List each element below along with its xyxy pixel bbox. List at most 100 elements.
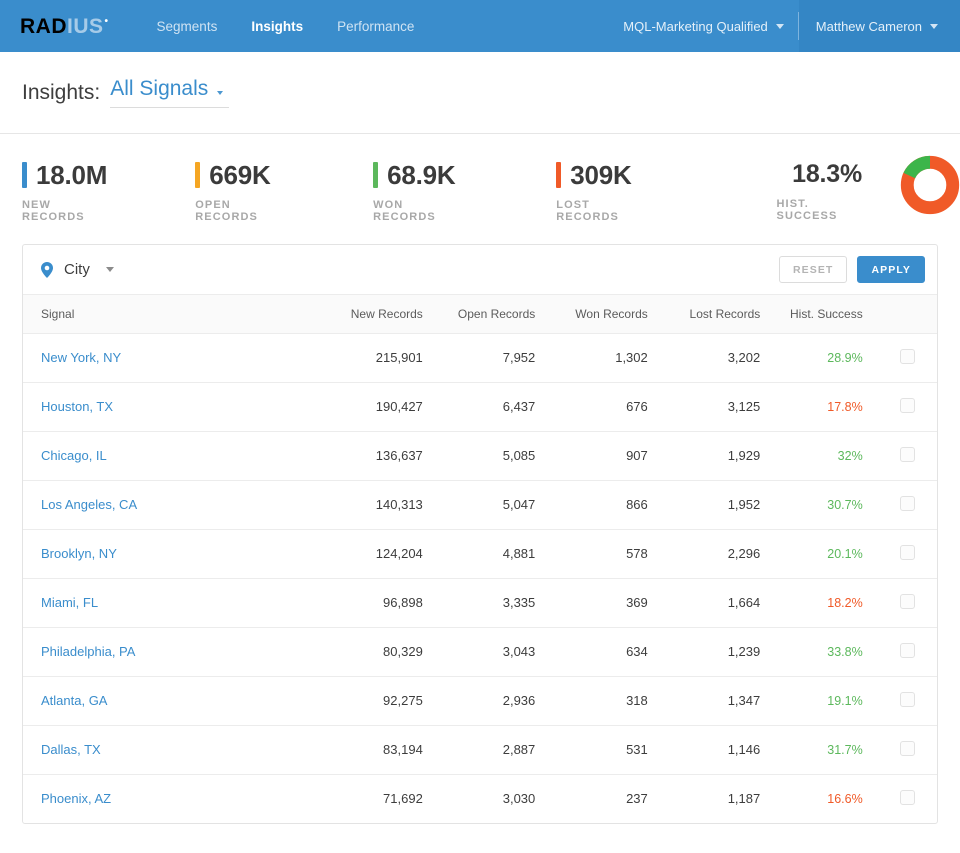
cell-open-records: 4,881 (437, 529, 549, 578)
cell-new-records: 92,275 (324, 676, 436, 725)
kpi-open-records: 669K OPEN RECORDS (195, 162, 285, 223)
cell-open-records: 7,952 (437, 333, 549, 382)
row-checkbox[interactable] (900, 447, 915, 462)
donut-svg (900, 155, 960, 215)
signals-table: Signal New Records Open Records Won Reco… (23, 295, 937, 823)
nav-item-insights[interactable]: Insights (251, 19, 303, 34)
reset-button[interactable]: RESET (779, 256, 848, 283)
cell-signal[interactable]: Los Angeles, CA (23, 480, 324, 529)
cell-new-records: 215,901 (324, 333, 436, 382)
cell-hist-success: 18.2% (774, 578, 878, 627)
kpi-label: OPEN RECORDS (195, 199, 285, 223)
table-row[interactable]: Los Angeles, CA140,3135,0478661,95230.7% (23, 480, 937, 529)
table-header-row: Signal New Records Open Records Won Reco… (23, 295, 937, 333)
column-header-lost-records[interactable]: Lost Records (662, 295, 774, 333)
row-checkbox[interactable] (900, 594, 915, 609)
segment-selector-dropdown[interactable]: MQL-Marketing Qualified (609, 0, 798, 52)
cell-select (879, 578, 937, 627)
chevron-down-icon (217, 91, 223, 95)
cell-hist-success: 16.6% (774, 774, 878, 823)
hist-success-donut-chart (900, 155, 960, 220)
cell-select (879, 431, 937, 480)
cell-open-records: 5,047 (437, 480, 549, 529)
cell-hist-success: 30.7% (774, 480, 878, 529)
table-row[interactable]: Atlanta, GA92,2752,9363181,34719.1% (23, 676, 937, 725)
apply-button[interactable]: APPLY (857, 256, 925, 283)
cell-signal[interactable]: Atlanta, GA (23, 676, 324, 725)
cell-signal[interactable]: New York, NY (23, 333, 324, 382)
column-header-new-records[interactable]: New Records (324, 295, 436, 333)
kpi-value: 669K (209, 162, 270, 188)
cell-hist-success: 20.1% (774, 529, 878, 578)
kpi-label: NEW RECORDS (22, 199, 107, 223)
cell-lost-records: 3,125 (662, 382, 774, 431)
table-row[interactable]: Houston, TX190,4276,4376763,12517.8% (23, 382, 937, 431)
kpi-value: 68.9K (387, 162, 455, 188)
page-title: Insights: (22, 81, 100, 105)
cell-signal[interactable]: Philadelphia, PA (23, 627, 324, 676)
cell-signal[interactable]: Dallas, TX (23, 725, 324, 774)
segment-selector-label: MQL-Marketing Qualified (623, 19, 768, 34)
table-row[interactable]: Miami, FL96,8983,3353691,66418.2% (23, 578, 937, 627)
cell-won-records: 578 (549, 529, 661, 578)
cell-lost-records: 1,347 (662, 676, 774, 725)
kpi-new-records: 18.0M NEW RECORDS (22, 162, 107, 223)
signal-scope-dropdown[interactable]: All Signals (110, 77, 229, 108)
row-checkbox[interactable] (900, 496, 915, 511)
row-checkbox[interactable] (900, 790, 915, 805)
row-checkbox[interactable] (900, 349, 915, 364)
table-row[interactable]: Dallas, TX83,1942,8875311,14631.7% (23, 725, 937, 774)
chevron-down-icon[interactable] (106, 267, 114, 272)
filter-bar: City RESET APPLY (23, 245, 937, 295)
kpi-value: 18.3% (792, 162, 862, 187)
row-checkbox[interactable] (900, 741, 915, 756)
cell-select (879, 774, 937, 823)
top-navigation-bar: RADIUS• Segments Insights Performance MQ… (0, 0, 960, 52)
cell-signal[interactable]: Phoenix, AZ (23, 774, 324, 823)
cell-signal[interactable]: Chicago, IL (23, 431, 324, 480)
row-checkbox[interactable] (900, 545, 915, 560)
cell-select (879, 725, 937, 774)
column-header-open-records[interactable]: Open Records (437, 295, 549, 333)
row-checkbox[interactable] (900, 643, 915, 658)
kpi-value: 18.0M (36, 162, 107, 188)
table-row[interactable]: New York, NY215,9017,9521,3023,20228.9% (23, 333, 937, 382)
cell-new-records: 96,898 (324, 578, 436, 627)
kpi-color-bar (556, 162, 561, 188)
cell-hist-success: 28.9% (774, 333, 878, 382)
cell-won-records: 676 (549, 382, 661, 431)
cell-open-records: 5,085 (437, 431, 549, 480)
user-menu-dropdown[interactable]: Matthew Cameron (799, 0, 960, 52)
cell-signal[interactable]: Houston, TX (23, 382, 324, 431)
cell-won-records: 237 (549, 774, 661, 823)
cell-lost-records: 1,146 (662, 725, 774, 774)
column-header-hist-success[interactable]: Hist. Success (774, 295, 878, 333)
cell-lost-records: 2,296 (662, 529, 774, 578)
cell-lost-records: 3,202 (662, 333, 774, 382)
cell-new-records: 83,194 (324, 725, 436, 774)
table-header: Signal New Records Open Records Won Reco… (23, 295, 937, 333)
radius-logo[interactable]: RADIUS• (20, 16, 109, 37)
kpi-label: HIST. SUCCESS (777, 198, 862, 222)
nav-item-segments[interactable]: Segments (157, 19, 218, 34)
table-row[interactable]: Philadelphia, PA80,3293,0436341,23933.8% (23, 627, 937, 676)
cell-open-records: 6,437 (437, 382, 549, 431)
table-row[interactable]: Chicago, IL136,6375,0859071,92932% (23, 431, 937, 480)
nav-item-performance[interactable]: Performance (337, 19, 414, 34)
cell-open-records: 3,335 (437, 578, 549, 627)
user-menu-label: Matthew Cameron (816, 19, 922, 34)
table-row[interactable]: Phoenix, AZ71,6923,0302371,18716.6% (23, 774, 937, 823)
kpi-color-bar (195, 162, 200, 188)
cell-signal[interactable]: Miami, FL (23, 578, 324, 627)
row-checkbox[interactable] (900, 692, 915, 707)
row-checkbox[interactable] (900, 398, 915, 413)
cell-hist-success: 33.8% (774, 627, 878, 676)
table-row[interactable]: Brooklyn, NY124,2044,8815782,29620.1% (23, 529, 937, 578)
column-header-signal[interactable]: Signal (23, 295, 324, 333)
cell-hist-success: 19.1% (774, 676, 878, 725)
cell-lost-records: 1,929 (662, 431, 774, 480)
column-header-won-records[interactable]: Won Records (549, 295, 661, 333)
cell-signal[interactable]: Brooklyn, NY (23, 529, 324, 578)
filter-dimension-label[interactable]: City (64, 261, 90, 278)
kpi-won-records: 68.9K WON RECORDS (373, 162, 458, 223)
